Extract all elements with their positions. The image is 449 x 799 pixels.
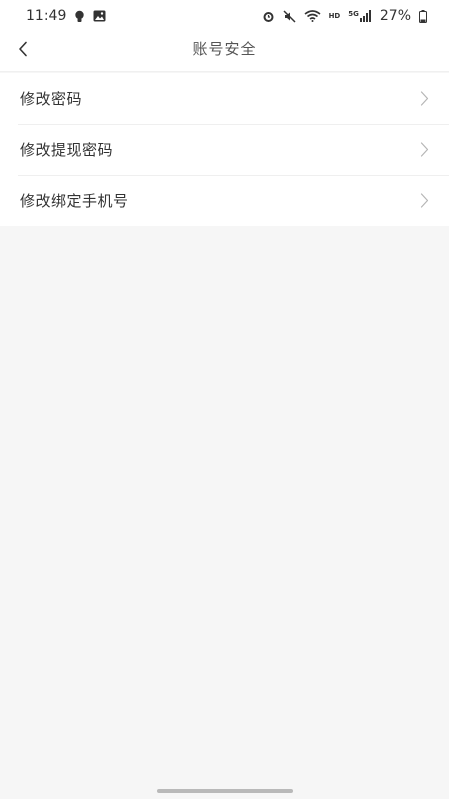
home-indicator[interactable] <box>157 789 293 793</box>
hd-badge: HD <box>328 12 341 20</box>
image-icon <box>93 10 106 22</box>
nav-bar: 账号安全 <box>0 32 449 72</box>
menu-item-change-password[interactable]: 修改密码 <box>0 73 449 124</box>
status-time: 11:49 <box>26 8 67 24</box>
menu-item-label: 修改提现密码 <box>20 141 114 159</box>
mute-icon <box>283 9 296 23</box>
page-title: 账号安全 <box>192 40 257 58</box>
alarm-icon <box>262 10 275 23</box>
chevron-right-icon <box>420 193 429 208</box>
signal-icon: 5G <box>348 10 372 22</box>
battery-icon <box>419 9 427 23</box>
menu-item-label: 修改密码 <box>20 90 83 108</box>
wifi-icon <box>304 10 321 22</box>
chevron-right-icon <box>420 142 429 157</box>
chevron-right-icon <box>420 91 429 106</box>
menu-item-label: 修改绑定手机号 <box>20 192 129 210</box>
menu-item-change-withdrawal-password[interactable]: 修改提现密码 <box>0 124 449 175</box>
battery-percent: 27% <box>379 8 411 24</box>
menu-item-change-bound-phone[interactable]: 修改绑定手机号 <box>0 175 449 226</box>
network-type: 5G <box>348 10 359 18</box>
lightbulb-icon <box>74 10 85 23</box>
status-bar: 11:49 HD 5G 27% <box>0 0 449 32</box>
status-right: HD 5G 27% <box>262 8 427 24</box>
status-left: 11:49 <box>26 8 106 24</box>
menu-list: 修改密码 修改提现密码 修改绑定手机号 <box>0 73 449 226</box>
